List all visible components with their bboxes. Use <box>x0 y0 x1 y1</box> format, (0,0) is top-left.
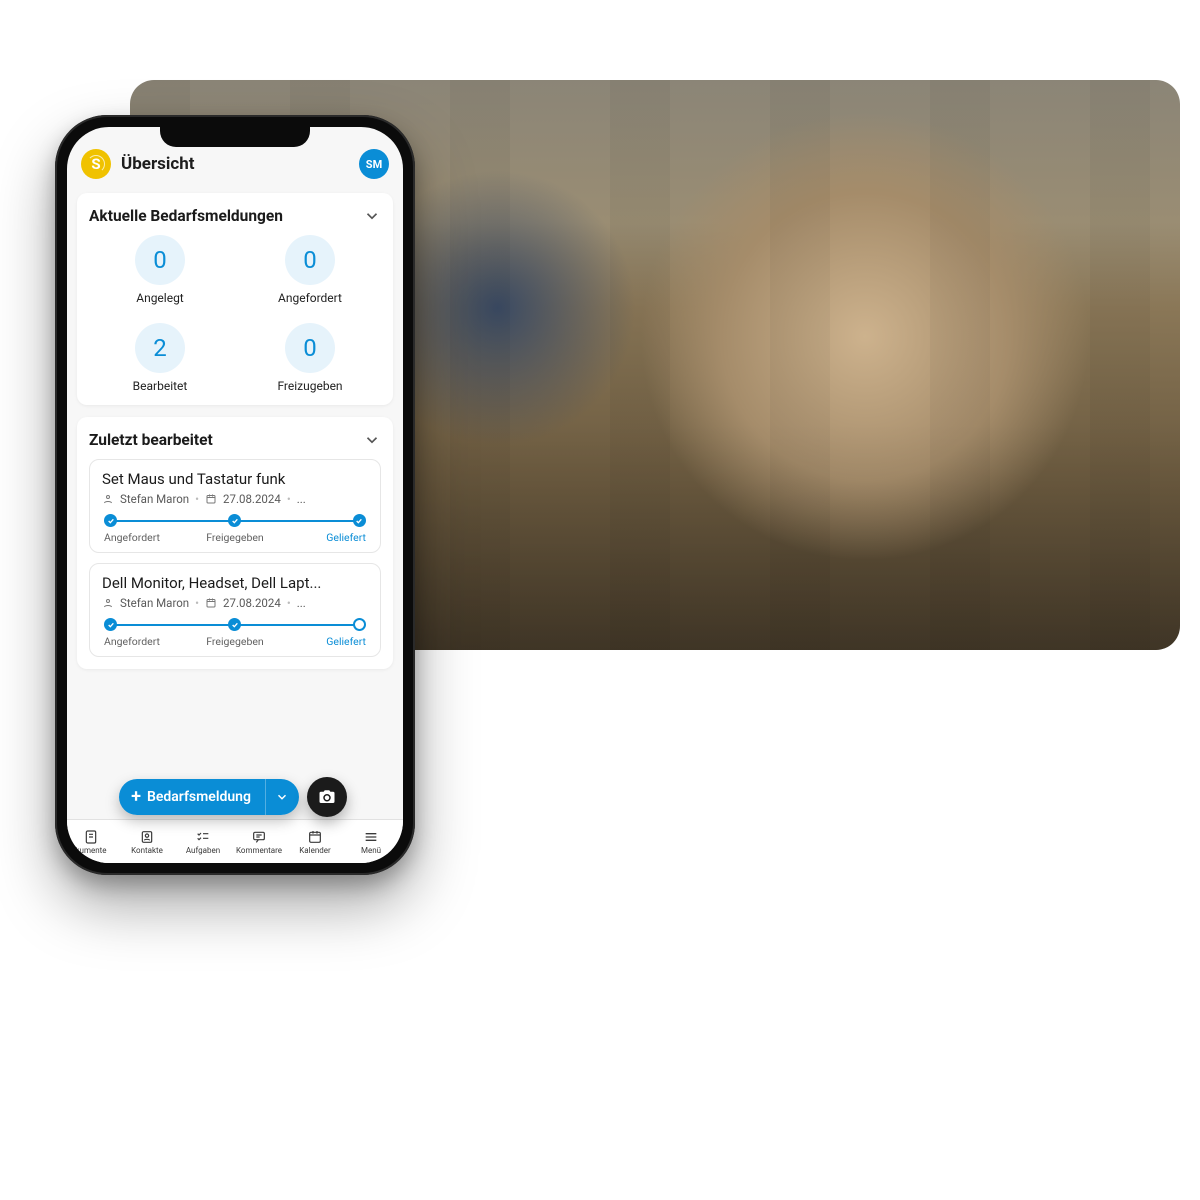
item-author: Stefan Maron <box>120 596 189 610</box>
stat-value: 0 <box>285 323 335 373</box>
check-icon <box>104 618 117 631</box>
item-meta: Stefan Maron • 27.08.2024 • ... <box>102 596 368 610</box>
app-logo-letter: S <box>91 155 100 173</box>
item-title: Dell Monitor, Headset, Dell Lapt... <box>102 574 368 592</box>
progress-step: Freigegeben <box>191 618 278 648</box>
stat-bearbeitet[interactable]: 2 Bearbeitet <box>89 323 231 393</box>
stats-grid: 0 Angelegt 0 Angefordert 2 Bearbeitet 0 … <box>89 235 381 393</box>
nav-kontakte[interactable]: Kontakte <box>123 829 171 855</box>
item-meta: Stefan Maron • 27.08.2024 • ... <box>102 492 368 506</box>
avatar-initials: SM <box>366 158 382 171</box>
step-label: Geliefert <box>326 531 366 544</box>
phone-notch <box>160 125 310 147</box>
camera-icon <box>318 788 336 806</box>
user-avatar[interactable]: SM <box>359 149 389 179</box>
stat-freizugeben[interactable]: 0 Freizugeben <box>239 323 381 393</box>
nav-label: kumente <box>76 846 107 855</box>
nav-label: Kalender <box>299 846 330 855</box>
recent-card-title: Zuletzt bearbeitet <box>89 431 363 449</box>
fab-main-button[interactable]: + Bedarfsmeldung <box>119 779 265 815</box>
step-label: Freigegeben <box>206 531 263 544</box>
phone-frame: S Übersicht SM Aktuelle Bedarfsmeldungen… <box>55 115 415 875</box>
stat-angefordert[interactable]: 0 Angefordert <box>239 235 381 305</box>
step-label: Angefordert <box>104 531 160 544</box>
progress-step: Angefordert <box>104 514 191 544</box>
comments-icon <box>251 829 267 845</box>
recent-card-header[interactable]: Zuletzt bearbeitet <box>89 431 381 449</box>
stats-card-title: Aktuelle Bedarfsmeldungen <box>89 207 363 225</box>
nav-menu[interactable]: Menü <box>347 829 395 855</box>
fab-row: + Bedarfsmeldung <box>67 777 403 817</box>
fab-dropdown-button[interactable] <box>265 779 299 815</box>
progress-step: Freigegeben <box>191 514 278 544</box>
nav-label: Kommentare <box>236 846 282 855</box>
nav-label: Menü <box>361 846 381 855</box>
list-item[interactable]: Dell Monitor, Headset, Dell Lapt... Stef… <box>89 563 381 657</box>
calendar-icon <box>205 597 217 609</box>
plus-icon: + <box>131 788 141 806</box>
calendar-icon <box>205 493 217 505</box>
item-progress: Angefordert Freigegeben Geliefert <box>102 514 368 544</box>
nav-kommentare[interactable]: Kommentare <box>235 829 283 855</box>
step-label: Geliefert <box>326 635 366 648</box>
stat-value: 0 <box>285 235 335 285</box>
chevron-down-icon <box>275 790 289 804</box>
fab-bedarfsmeldung[interactable]: + Bedarfsmeldung <box>119 779 299 815</box>
nav-aufgaben[interactable]: Aufgaben <box>179 829 227 855</box>
item-date: 27.08.2024 <box>223 596 281 610</box>
stats-card-header[interactable]: Aktuelle Bedarfsmeldungen <box>89 207 381 225</box>
contacts-icon <box>139 829 155 845</box>
nav-label: Aufgaben <box>186 846 220 855</box>
nav-dokumente[interactable]: kumente <box>67 829 115 855</box>
list-item[interactable]: Set Maus und Tastatur funk Stefan Maron … <box>89 459 381 553</box>
fab-label: Bedarfsmeldung <box>147 789 251 805</box>
person-icon <box>102 493 114 505</box>
app-screen: S Übersicht SM Aktuelle Bedarfsmeldungen… <box>67 127 403 863</box>
bottom-nav: kumente Kontakte Aufgaben Kommentare Kal… <box>67 819 403 863</box>
chevron-down-icon <box>363 431 381 449</box>
separator-dot: • <box>195 596 199 610</box>
separator-dot: • <box>287 596 291 610</box>
check-icon <box>228 514 241 527</box>
recent-card: Zuletzt bearbeitet Set Maus und Tastatur… <box>77 417 393 669</box>
item-author: Stefan Maron <box>120 492 189 506</box>
stat-label: Freizugeben <box>277 379 342 393</box>
separator-dot: • <box>287 492 291 506</box>
page-title: Übersicht <box>121 154 349 174</box>
step-label: Angefordert <box>104 635 160 648</box>
chevron-down-icon <box>363 207 381 225</box>
stat-label: Angefordert <box>278 291 342 305</box>
camera-button[interactable] <box>307 777 347 817</box>
stat-value: 0 <box>135 235 185 285</box>
separator-dot: • <box>195 492 199 506</box>
circle-icon <box>353 618 366 631</box>
nav-kalender[interactable]: Kalender <box>291 829 339 855</box>
content-area: Aktuelle Bedarfsmeldungen 0 Angelegt 0 A… <box>67 189 403 819</box>
item-date: 27.08.2024 <box>223 492 281 506</box>
progress-step: Geliefert <box>279 514 366 544</box>
progress-step: Angefordert <box>104 618 191 648</box>
item-title: Set Maus und Tastatur funk <box>102 470 368 488</box>
stat-label: Angelegt <box>136 291 184 305</box>
check-icon <box>104 514 117 527</box>
menu-icon <box>363 829 379 845</box>
stat-angelegt[interactable]: 0 Angelegt <box>89 235 231 305</box>
tasks-icon <box>195 829 211 845</box>
step-label: Freigegeben <box>206 635 263 648</box>
stats-card: Aktuelle Bedarfsmeldungen 0 Angelegt 0 A… <box>77 193 393 405</box>
stat-label: Bearbeitet <box>133 379 188 393</box>
check-icon <box>228 618 241 631</box>
check-icon <box>353 514 366 527</box>
document-icon <box>83 829 99 845</box>
calendar-icon <box>307 829 323 845</box>
person-icon <box>102 597 114 609</box>
item-more: ... <box>297 492 306 506</box>
recent-list: Set Maus und Tastatur funk Stefan Maron … <box>89 459 381 657</box>
progress-step: Geliefert <box>279 618 366 648</box>
stat-value: 2 <box>135 323 185 373</box>
item-more: ... <box>297 596 306 610</box>
item-progress: Angefordert Freigegeben Geliefert <box>102 618 368 648</box>
nav-label: Kontakte <box>131 846 163 855</box>
app-logo-icon[interactable]: S <box>81 149 111 179</box>
